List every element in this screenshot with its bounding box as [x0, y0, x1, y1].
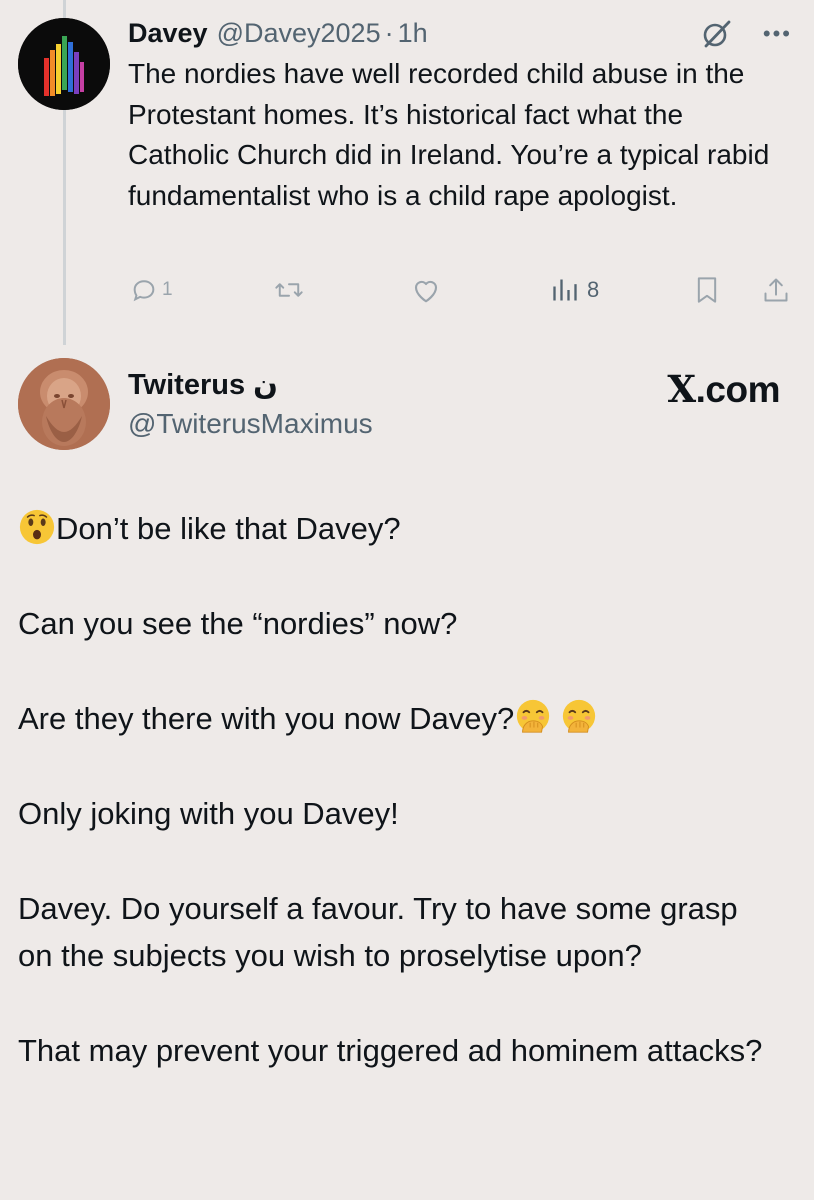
tweet-paragraph: Can you see the “nordies” now? [18, 606, 458, 641]
tweet-header: Davey @Davey2025 · 1h [128, 14, 800, 52]
author-name[interactable]: Twiterus ن [128, 366, 278, 404]
view-count: 8 [587, 277, 600, 302]
bust-sculpture-avatar-image [18, 358, 110, 450]
author-name[interactable]: Davey [128, 14, 208, 52]
reply-bubble-icon [133, 280, 155, 302]
tweet-text: The nordies have well recorded child abu… [128, 58, 770, 211]
tweet-paragraph: Are they there with you now Davey? [18, 695, 778, 742]
reply-button[interactable]: 1 [130, 276, 173, 304]
separator-dot: · [384, 18, 394, 48]
x-logo-icon: X [667, 367, 696, 411]
astonished-face-emoji [18, 508, 56, 546]
tweet-paragraph: That may prevent your triggered ad homin… [18, 1033, 763, 1068]
face-with-hand-over-mouth-emoji [514, 698, 552, 736]
more-dots-icon[interactable]: ••• [763, 19, 792, 49]
views-button[interactable]: 8 [551, 276, 599, 304]
tweet-action-bar: 1 8 [128, 276, 800, 308]
bookmark-button[interactable] [694, 276, 720, 304]
tweet-header-actions: ••• [701, 18, 792, 50]
tweet-davey[interactable]: Davey @Davey2025 · 1h ••• The nordies ha… [128, 14, 800, 216]
brand-domain-text: .com [695, 369, 781, 410]
author-handle[interactable]: @TwiterusMaximus [128, 405, 373, 443]
tweet-paragraph: Only joking with you Davey! [18, 796, 399, 831]
tweet-text: Don’t be like that Davey? Can you see th… [18, 505, 778, 1122]
tweet-timestamp[interactable]: 1h [398, 14, 428, 52]
tweet-paragraph-text: Don’t be like that Davey? [56, 511, 401, 546]
repost-arrows-icon [275, 283, 303, 297]
views-bars-icon [553, 279, 577, 301]
grok-slash-icon[interactable] [701, 18, 733, 50]
repost-button[interactable] [274, 276, 304, 304]
bookmark-icon [697, 277, 717, 303]
tweet-paragraph: Davey. Do yourself a favour. Try to have… [18, 891, 738, 973]
davey-avatar[interactable] [18, 18, 110, 110]
rainbow-bars-avatar-image [18, 18, 110, 110]
reply-count: 1 [162, 279, 173, 300]
face-with-hand-over-mouth-emoji [560, 698, 598, 736]
twiterus-avatar[interactable] [18, 358, 110, 450]
share-button[interactable] [762, 276, 790, 304]
x-com-brand-logo: X.com [667, 366, 780, 413]
tweet-paragraph: Don’t be like that Davey? [18, 505, 778, 552]
tweet-paragraph-text: Are they there with you now Davey? [18, 701, 515, 736]
heart-icon [414, 280, 438, 303]
like-button[interactable] [411, 276, 441, 304]
author-handle[interactable]: @Davey2025 [217, 14, 381, 52]
share-upload-icon [764, 278, 788, 302]
